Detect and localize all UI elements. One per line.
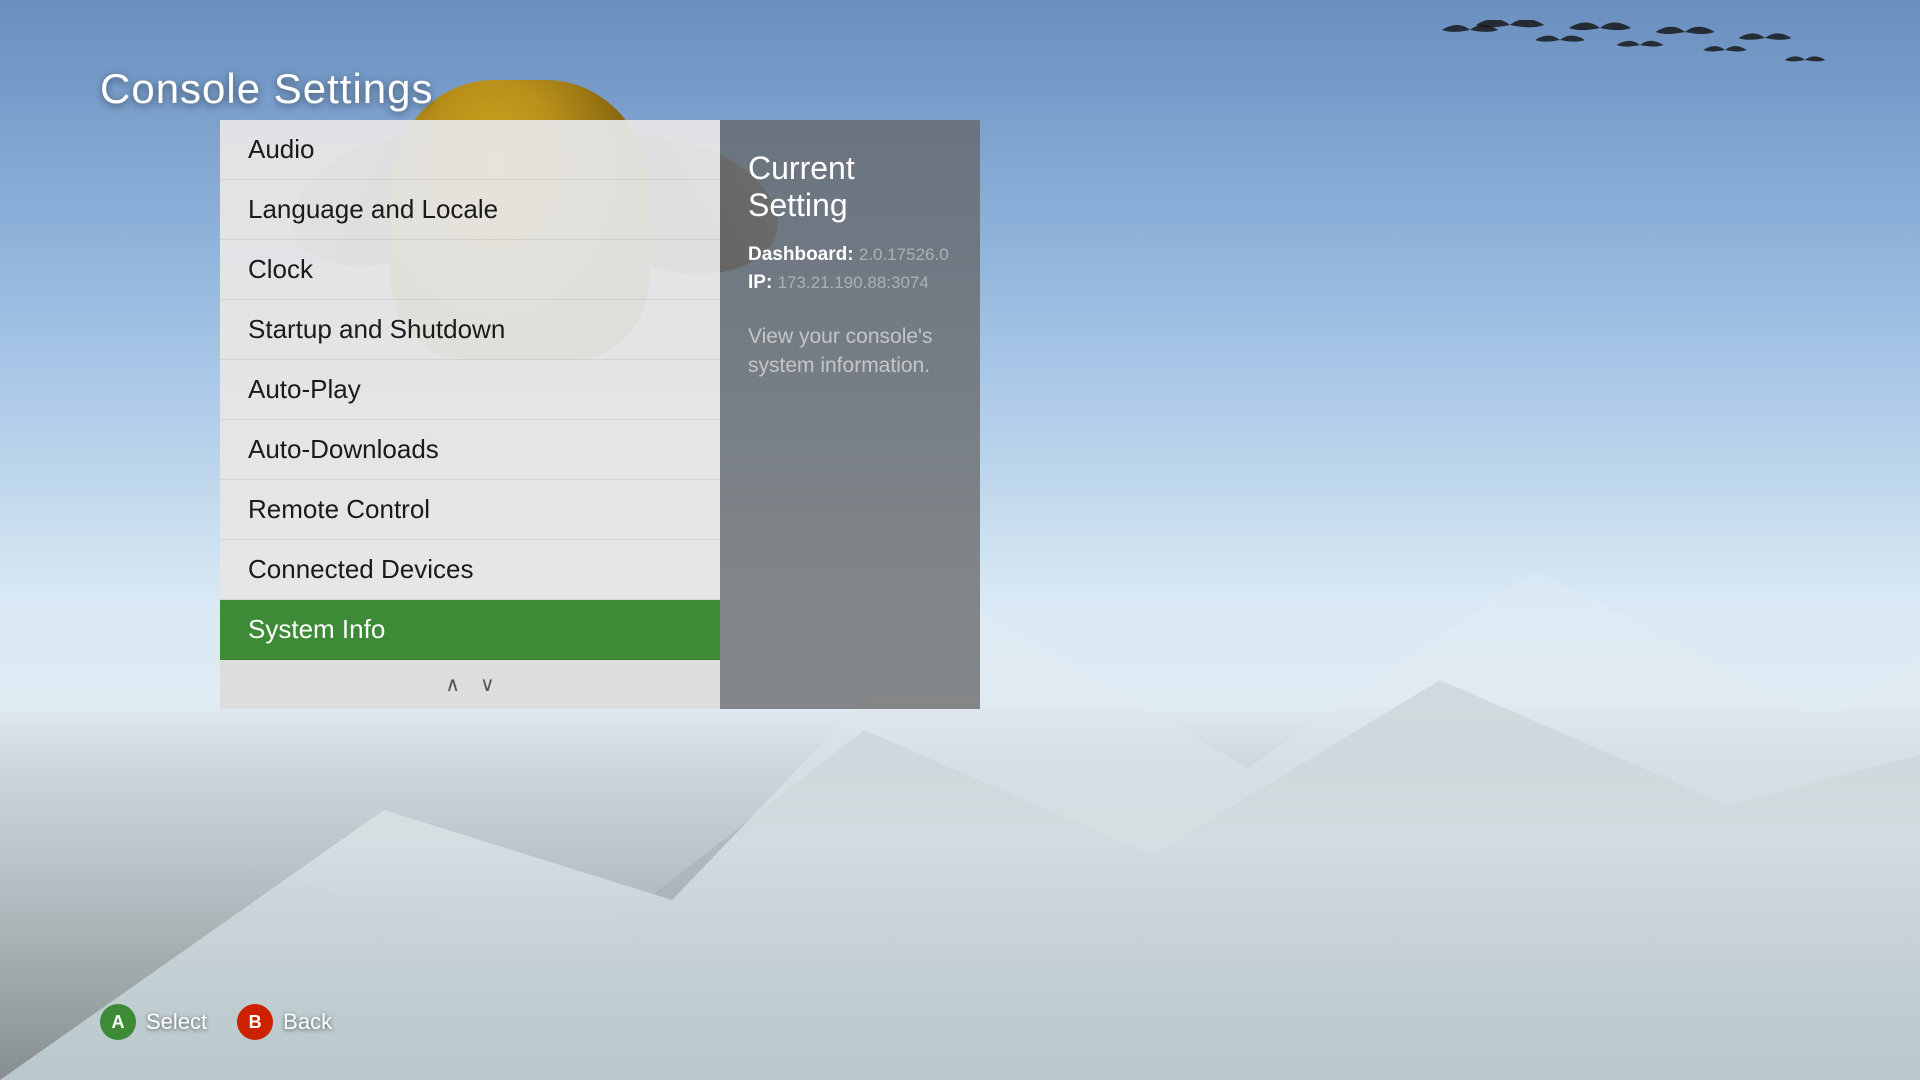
bird-3 [1569,23,1631,31]
b-button-label: B [249,1012,262,1033]
menu-item-startup[interactable]: Startup and Shutdown [220,300,720,360]
select-control: A Select [100,1004,207,1040]
menu-list: AudioLanguage and LocaleClockStartup and… [220,120,720,709]
menu-item-clock[interactable]: Clock [220,240,720,300]
bird-4 [1617,41,1664,47]
menu-item-audio[interactable]: Audio [220,120,720,180]
birds-decoration [1420,20,1820,170]
bird-7 [1739,33,1792,39]
dashboard-value: 2.0.17526.0 [859,245,949,264]
menu-item-autodownloads[interactable]: Auto-Downloads [220,420,720,480]
scroll-up-icon[interactable]: ∧ [445,672,460,697]
bird-1 [1476,20,1544,27]
ip-label: IP: [748,272,772,293]
bottom-controls: A Select B Back [100,1004,332,1040]
select-label: Select [146,1009,207,1035]
dashboard-label: Dashboard: [748,244,854,265]
a-button[interactable]: A [100,1004,136,1040]
a-button-label: A [112,1012,125,1033]
scroll-controls: ∧ ∨ [220,660,720,709]
detail-panel: Current Setting Dashboard: 2.0.17526.0 I… [720,120,980,709]
menu-item-sysinfo[interactable]: System Info [220,600,720,660]
ip-row: IP: 173.21.190.88:3074 [748,272,952,294]
detail-title: Current Setting [748,150,952,224]
bird-6 [1703,46,1747,51]
menu-item-language[interactable]: Language and Locale [220,180,720,240]
menu-item-autoplay[interactable]: Auto-Play [220,360,720,420]
back-label: Back [283,1009,332,1035]
menu-item-remote[interactable]: Remote Control [220,480,720,540]
bird-2 [1535,36,1585,42]
back-control: B Back [237,1004,332,1040]
ip-value: 173.21.190.88:3074 [778,273,929,292]
bird-5 [1655,27,1714,34]
detail-description: View your console's system information. [748,322,952,381]
dashboard-row: Dashboard: 2.0.17526.0 [748,244,952,266]
menu-item-devices[interactable]: Connected Devices [220,540,720,600]
settings-container: AudioLanguage and LocaleClockStartup and… [220,120,980,709]
b-button[interactable]: B [237,1004,273,1040]
page-title: Console Settings [100,65,434,113]
bird-8 [1785,56,1825,61]
menu-items: AudioLanguage and LocaleClockStartup and… [220,120,720,660]
scroll-down-icon[interactable]: ∨ [480,672,495,697]
